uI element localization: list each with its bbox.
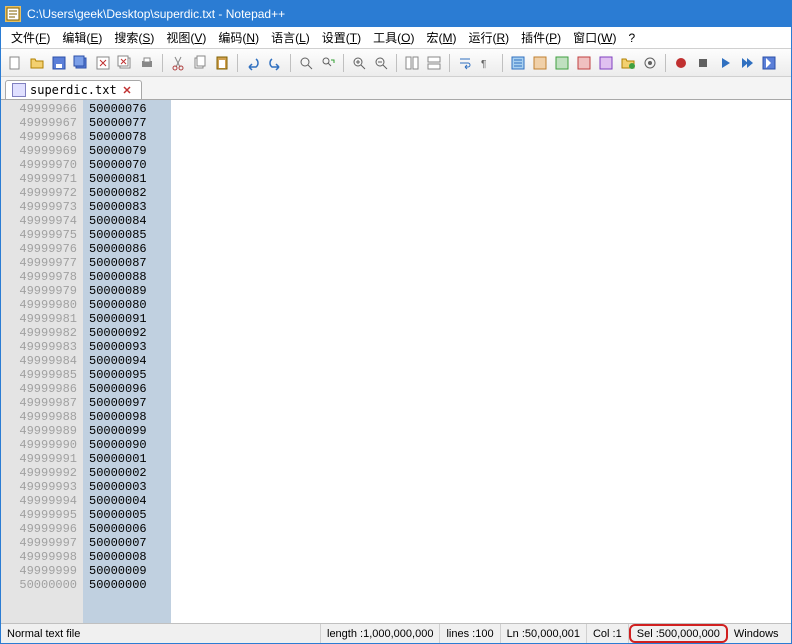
- app-icon: [5, 6, 21, 22]
- status-sel: Sel : 500,000,000: [629, 624, 728, 643]
- toolbar: ¶: [1, 49, 791, 77]
- find-icon[interactable]: [296, 53, 316, 73]
- doc-list-icon[interactable]: [574, 53, 594, 73]
- menu-search[interactable]: 搜索(S): [108, 27, 160, 48]
- menu-plugins[interactable]: 插件(P): [515, 27, 567, 48]
- statusbar: Normal text file length : 1,000,000,000 …: [1, 623, 791, 643]
- status-ln: Ln : 50,000,001: [501, 624, 587, 643]
- tab-superdic[interactable]: superdic.txt: [5, 80, 142, 99]
- new-file-icon[interactable]: [5, 53, 25, 73]
- save-macro-icon[interactable]: [759, 53, 779, 73]
- save-icon[interactable]: [49, 53, 69, 73]
- replace-icon[interactable]: [318, 53, 338, 73]
- status-length: length : 1,000,000,000: [321, 624, 440, 643]
- copy-icon[interactable]: [190, 53, 210, 73]
- text-content[interactable]: 5000007650000077500000785000007950000070…: [83, 100, 791, 623]
- menu-language[interactable]: 语言(L): [265, 27, 316, 48]
- close-icon[interactable]: [93, 53, 113, 73]
- menu-settings[interactable]: 设置(T): [316, 27, 367, 48]
- user-lang-icon[interactable]: [530, 53, 550, 73]
- wordwrap-icon[interactable]: [455, 53, 475, 73]
- doc-map-icon[interactable]: [552, 53, 572, 73]
- toolbar-separator: [343, 54, 344, 72]
- status-lines: lines : 100: [440, 624, 500, 643]
- close-all-icon[interactable]: [115, 53, 135, 73]
- play-macro-icon[interactable]: [715, 53, 735, 73]
- sync-h-icon[interactable]: [424, 53, 444, 73]
- menu-edit[interactable]: 编辑(E): [56, 27, 108, 48]
- record-macro-icon[interactable]: [671, 53, 691, 73]
- tab-label: superdic.txt: [30, 83, 117, 97]
- toolbar-separator: [502, 54, 503, 72]
- zoom-in-icon[interactable]: [349, 53, 369, 73]
- file-icon: [12, 83, 26, 97]
- save-all-icon[interactable]: [71, 53, 91, 73]
- menu-run[interactable]: 运行(R): [462, 27, 515, 48]
- tab-close-icon[interactable]: [121, 84, 133, 96]
- menu-window[interactable]: 窗口(W): [567, 27, 622, 48]
- toolbar-separator: [290, 54, 291, 72]
- editor-area[interactable]: 4999996649999967499999684999996949999970…: [1, 99, 791, 623]
- undo-icon[interactable]: [243, 53, 263, 73]
- titlebar: C:\Users\geek\Desktop\superdic.txt - Not…: [1, 1, 791, 27]
- monitor-icon[interactable]: [640, 53, 660, 73]
- func-list-icon[interactable]: [596, 53, 616, 73]
- paste-icon[interactable]: [212, 53, 232, 73]
- zoom-out-icon[interactable]: [371, 53, 391, 73]
- menu-macro[interactable]: 宏(M): [420, 27, 462, 48]
- toolbar-separator: [449, 54, 450, 72]
- sync-v-icon[interactable]: [402, 53, 422, 73]
- toolbar-separator: [162, 54, 163, 72]
- indent-guide-icon[interactable]: [508, 53, 528, 73]
- tabbar: superdic.txt: [1, 77, 791, 99]
- status-eol: Windows: [728, 624, 785, 643]
- print-icon[interactable]: [137, 53, 157, 73]
- status-col: Col : 1: [587, 624, 629, 643]
- all-chars-icon[interactable]: ¶: [477, 53, 497, 73]
- play-multi-icon[interactable]: [737, 53, 757, 73]
- svg-text:¶: ¶: [481, 59, 486, 70]
- line-number-gutter: 4999996649999967499999684999996949999970…: [1, 100, 83, 623]
- menu-help[interactable]: ?: [622, 29, 641, 47]
- menu-tools[interactable]: 工具(O): [367, 27, 420, 48]
- app-window: C:\Users\geek\Desktop\superdic.txt - Not…: [0, 0, 792, 644]
- toolbar-separator: [237, 54, 238, 72]
- stop-macro-icon[interactable]: [693, 53, 713, 73]
- toolbar-separator: [665, 54, 666, 72]
- menu-encoding[interactable]: 编码(N): [212, 27, 265, 48]
- folder-workspace-icon[interactable]: [618, 53, 638, 73]
- window-title: C:\Users\geek\Desktop\superdic.txt - Not…: [27, 7, 787, 21]
- redo-icon[interactable]: [265, 53, 285, 73]
- menu-view[interactable]: 视图(V): [160, 27, 212, 48]
- menu-file[interactable]: 文件(F): [5, 27, 56, 48]
- cut-icon[interactable]: [168, 53, 188, 73]
- status-file-type: Normal text file: [1, 624, 321, 643]
- menubar: 文件(F) 编辑(E) 搜索(S) 视图(V) 编码(N) 语言(L) 设置(T…: [1, 27, 791, 49]
- toolbar-separator: [396, 54, 397, 72]
- open-file-icon[interactable]: [27, 53, 47, 73]
